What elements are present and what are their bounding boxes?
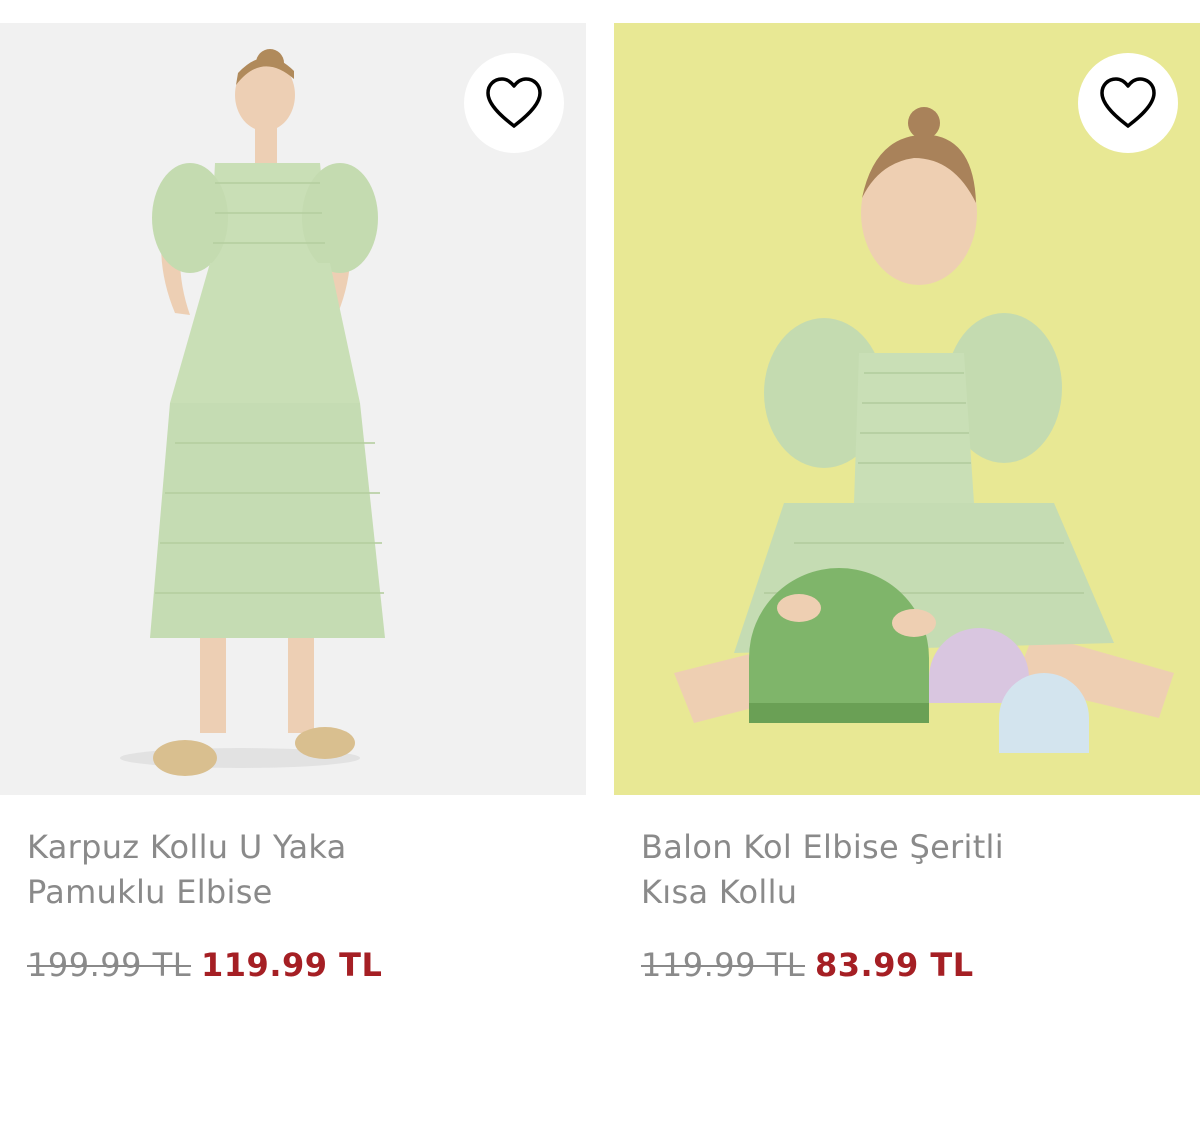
product-image[interactable] — [0, 23, 586, 795]
sale-price: 83.99 TL — [815, 946, 974, 984]
favorite-button[interactable] — [1078, 53, 1178, 153]
price-block: 119.99 TL 83.99 TL — [641, 943, 974, 988]
product-title-line: Pamuklu Elbise — [27, 873, 273, 911]
original-price: 119.99 TL — [641, 946, 806, 984]
original-price: 199.99 TL — [27, 946, 192, 984]
product-title-line: Karpuz Kollu U Yaka — [27, 828, 347, 866]
favorite-button[interactable] — [464, 53, 564, 153]
price-block: 199.99 TL 119.99 TL — [27, 943, 382, 988]
product-title-line: Kısa Kollu — [641, 873, 798, 911]
product-grid: Karpuz Kollu U Yaka Pamuklu Elbise 199.9… — [0, 23, 1200, 1073]
product-card[interactable]: Balon Kol Elbise Şeritli Kısa Kollu 119.… — [614, 23, 1200, 1073]
heart-outline-icon — [1100, 77, 1156, 128]
product-image[interactable] — [614, 23, 1200, 795]
product-title-line: Balon Kol Elbise Şeritli — [641, 828, 1004, 866]
product-card[interactable]: Karpuz Kollu U Yaka Pamuklu Elbise 199.9… — [0, 23, 586, 1073]
product-title[interactable]: Balon Kol Elbise Şeritli Kısa Kollu — [641, 825, 1181, 915]
sale-price: 119.99 TL — [201, 946, 383, 984]
heart-outline-icon — [486, 77, 542, 128]
product-title[interactable]: Karpuz Kollu U Yaka Pamuklu Elbise — [27, 825, 567, 915]
